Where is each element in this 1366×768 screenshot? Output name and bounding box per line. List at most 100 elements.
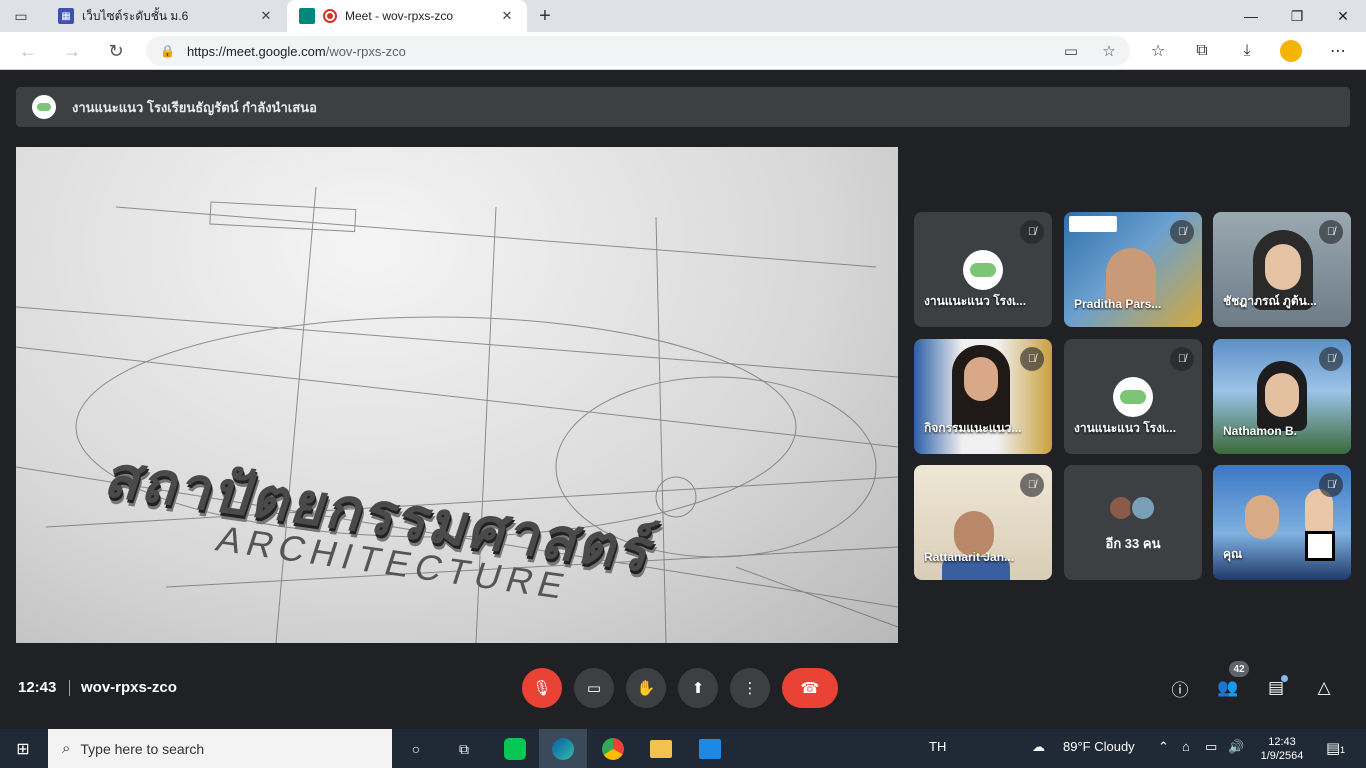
self-tile[interactable]: 🎙̸ คุณ: [1213, 465, 1351, 580]
browser-tab-bar: ▭ ▦ เว็บไซต์ระดับชั้น ม.6 ✕ Meet - wov-r…: [0, 0, 1366, 32]
avatar: [1130, 495, 1156, 521]
volume-icon[interactable]: 🔊: [1228, 739, 1244, 755]
participant-tile[interactable]: 🎙̸ Nathamon B.: [1213, 339, 1351, 454]
present-button[interactable]: ⬆: [678, 668, 718, 708]
file-explorer-icon[interactable]: [646, 734, 676, 764]
camera-permission-icon[interactable]: ▭: [1060, 40, 1082, 62]
clock-date: 1/9/2564: [1260, 750, 1304, 762]
avatar: [1113, 377, 1153, 417]
muted-mic-icon: 🎙̸: [1319, 347, 1343, 371]
participant-face: [1245, 495, 1279, 539]
back-button[interactable]: ←: [16, 40, 40, 62]
meeting-info-icon[interactable]: ⓘ: [1167, 676, 1193, 700]
participant-face: [964, 357, 998, 401]
line-app-icon[interactable]: [500, 734, 530, 764]
task-view-icon[interactable]: ⧉: [449, 734, 479, 764]
participant-name: Praditha Pars...: [1074, 297, 1162, 311]
camera-icon: ▭: [586, 680, 602, 697]
more-options-button[interactable]: ⋮: [730, 668, 770, 708]
activities-icon[interactable]: △: [1311, 676, 1337, 700]
leave-call-button[interactable]: ☎: [782, 668, 838, 708]
favorites-icon[interactable]: ☆: [1146, 40, 1170, 62]
input-language[interactable]: TH: [929, 739, 946, 754]
muted-mic-icon: 🎙̸: [1020, 473, 1044, 497]
battery-icon[interactable]: ▭: [1205, 739, 1217, 755]
close-window-button[interactable]: ✕: [1320, 0, 1366, 32]
tab-meet[interactable]: Meet - wov-rpxs-zco ✕: [287, 0, 527, 32]
participant-tile[interactable]: 🎙̸ งานแนะแนว โรงเ...: [914, 212, 1052, 327]
search-icon: ⌕: [62, 740, 71, 757]
notification-count: 1: [1340, 745, 1346, 755]
new-tab-button[interactable]: +: [534, 4, 556, 28]
restore-button[interactable]: ❐: [1274, 0, 1320, 32]
presenter-banner: งานแนะแนว โรงเรียนธัญรัตน์ กำลังนำเสนอ: [16, 87, 1350, 127]
participant-name: งานแนะแนว โรงเ...: [1074, 421, 1177, 435]
meeting-code: wov-rpxs-zco: [81, 679, 177, 696]
rmutt-logo: [1069, 216, 1117, 232]
search-placeholder: Type here to search: [80, 740, 205, 757]
tab-school-website[interactable]: ▦ เว็บไซต์ระดับชั้น ม.6 ✕: [46, 0, 286, 32]
show-hidden-icons-icon[interactable]: ⌃: [1158, 739, 1169, 755]
lock-icon[interactable]: 🔒: [160, 44, 175, 58]
main-presentation-video[interactable]: สถาปัตยกรรมศาสตร์ ARCHITECTURE: [16, 147, 898, 643]
profile-avatar[interactable]: [1280, 40, 1302, 62]
hang-up-icon: ☎: [800, 680, 820, 697]
settings-more-button[interactable]: ⋯: [1326, 40, 1350, 62]
participant-name: คุณ: [1223, 547, 1243, 561]
tab-title: เว็บไซต์ระดับชั้น ม.6: [82, 8, 189, 23]
more-participants-tile[interactable]: อีก 33 คน: [1064, 465, 1202, 580]
network-icon[interactable]: ⌂: [1182, 739, 1190, 754]
tab-close-icon[interactable]: ✕: [499, 8, 515, 24]
people-icon[interactable]: 👥: [1215, 676, 1241, 700]
photos-app-icon[interactable]: [695, 734, 725, 764]
meeting-time: 12:43: [18, 679, 57, 696]
windows-taskbar: ⊞ ⌕ Type here to search ○ ⧉ TH ☁ 89°F Cl…: [0, 729, 1366, 768]
recording-icon: [323, 9, 337, 23]
url-field[interactable]: 🔒 https://meet.google.com/wov-rpxs-zco ▭…: [146, 36, 1130, 66]
tab-actions-icon[interactable]: ▭: [10, 6, 32, 26]
participant-tile[interactable]: 🎙̸ ชัชฎาภรณ์ ภูต้น...: [1213, 212, 1351, 327]
windows-start-icon[interactable]: ⊞: [12, 738, 34, 760]
participant-tile[interactable]: 🎙̸ กิจกรรมแนะแนว...: [914, 339, 1052, 454]
more-participants-avatars: [1108, 495, 1156, 521]
taskbar-search-box[interactable]: ⌕ Type here to search: [48, 729, 392, 768]
mic-off-icon: 🎙: [532, 680, 552, 697]
participant-tile[interactable]: 🎙̸ Praditha Pars...: [1064, 212, 1202, 327]
muted-mic-icon: 🎙̸: [1020, 347, 1044, 371]
taskbar-clock[interactable]: 12:43 1/9/2564: [1254, 735, 1310, 763]
muted-mic-icon: 🎙̸: [1020, 220, 1044, 244]
more-participants-label: อีก 33 คน: [1105, 536, 1161, 551]
notifications-icon[interactable]: ▤: [1326, 739, 1340, 757]
separator: [69, 680, 70, 696]
school-logo-icon: [32, 95, 56, 119]
muted-mic-icon: 🎙̸: [1319, 473, 1343, 497]
participant-count-badge: 42: [1229, 661, 1249, 677]
cortana-icon[interactable]: ○: [401, 734, 431, 764]
participant-face: [1265, 244, 1301, 290]
meet-favicon-icon: [299, 8, 315, 24]
minimize-button[interactable]: —: [1228, 0, 1274, 32]
weather-text[interactable]: 89°F Cloudy: [1063, 739, 1135, 754]
participant-name: Nathamon B.: [1223, 424, 1298, 438]
present-screen-icon: ⬆: [691, 680, 705, 697]
camera-toggle-button[interactable]: ▭: [574, 668, 614, 708]
tab-close-icon[interactable]: ✕: [258, 8, 274, 24]
muted-mic-icon: 🎙̸: [1319, 220, 1343, 244]
collections-icon[interactable]: ⧉: [1190, 40, 1214, 62]
website-favicon-icon: ▦: [58, 8, 74, 24]
mic-toggle-button[interactable]: 🎙: [522, 668, 562, 708]
downloads-icon[interactable]: ⤓: [1235, 40, 1259, 62]
participant-tile[interactable]: 🎙̸ งานแนะแนว โรงเ...: [1064, 339, 1202, 454]
add-favorite-icon[interactable]: ☆: [1098, 40, 1120, 62]
tab-title: Meet - wov-rpxs-zco: [345, 9, 454, 23]
edge-app-icon[interactable]: [539, 729, 587, 768]
reload-button[interactable]: ↻: [104, 40, 128, 62]
clock-time: 12:43: [1268, 736, 1296, 748]
raise-hand-button[interactable]: ✋: [626, 668, 666, 708]
participant-tile[interactable]: 🎙̸ Rattanarit Jan...: [914, 465, 1052, 580]
participant-name: ชัชฎาภรณ์ ภูต้น...: [1223, 294, 1317, 308]
muted-mic-icon: 🎙̸: [1170, 220, 1194, 244]
weather-icon[interactable]: ☁: [1032, 739, 1045, 755]
forward-button[interactable]: →: [60, 40, 84, 62]
chrome-app-icon[interactable]: [598, 734, 628, 764]
